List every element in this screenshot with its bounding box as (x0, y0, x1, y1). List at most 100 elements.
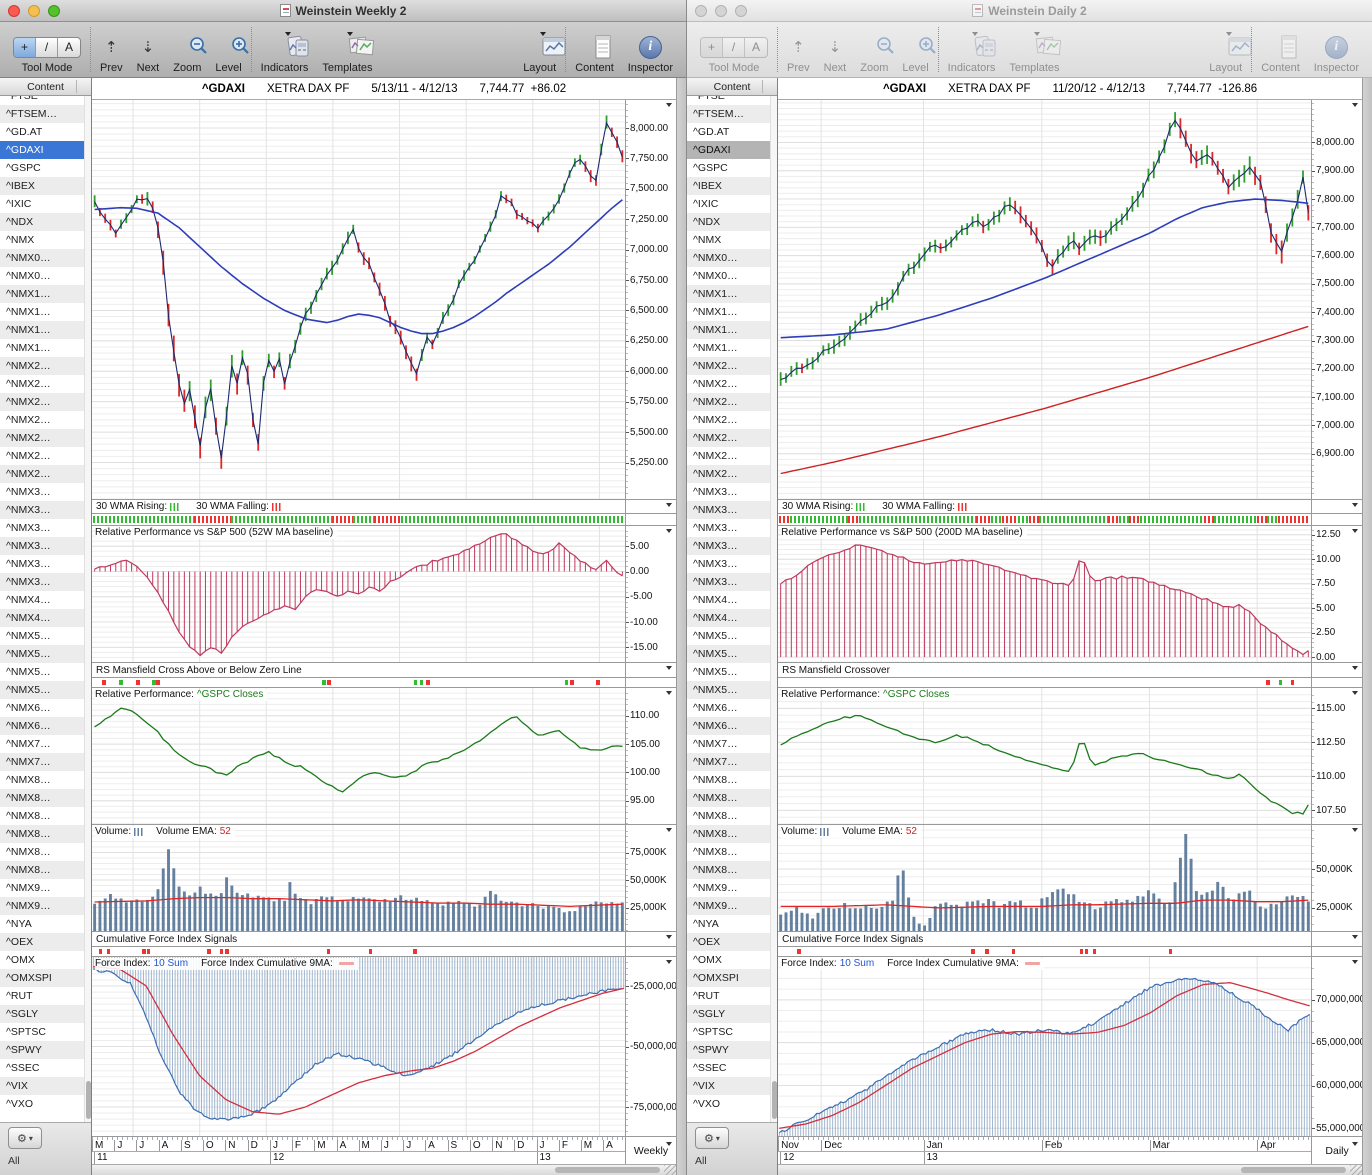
sidebar-item-nmx6[interactable]: ^NMX6… (0, 717, 84, 735)
sidebar-item-gdat[interactable]: ^GD.AT (687, 123, 770, 141)
sidebar-item-ixic[interactable]: ^IXIC (0, 195, 84, 213)
sidebar-item-sgly[interactable]: ^SGLY (687, 1005, 770, 1023)
sidebar-item-nmx4[interactable]: ^NMX4… (687, 591, 770, 609)
scrollbar-thumb[interactable] (555, 1167, 660, 1173)
sidebar-item-gspc[interactable]: ^GSPC (0, 159, 84, 177)
force-index-axis[interactable]: 70,000,00065,000,00060,000,00055,000,000 (1311, 957, 1362, 1136)
sidebar-item-nmx2[interactable]: ^NMX2… (687, 429, 770, 447)
titlebar[interactable]: Weinstein Daily 2 (687, 0, 1372, 22)
text-tool-button[interactable]: A (745, 38, 767, 57)
time-axis[interactable]: NovDecJanFebMarApr1213 (778, 1137, 1311, 1164)
gspc-relative-chart[interactable]: Relative Performance:^GSPC Closes (778, 688, 1311, 824)
sidebar-item-nmx2[interactable]: ^NMX2… (687, 465, 770, 483)
price-axis[interactable]: 8,000.007,750.007,500.007,250.007,000.00… (625, 100, 676, 499)
minimize-button[interactable] (28, 5, 40, 17)
sidebar-item-nmx2[interactable]: ^NMX2… (687, 357, 770, 375)
sidebar-item-ixic[interactable]: ^IXIC (687, 195, 770, 213)
price-axis[interactable]: 8,000.007,900.007,800.007,700.007,600.00… (1311, 100, 1362, 499)
horizontal-scrollbar[interactable] (92, 1164, 676, 1175)
zoom-out-button[interactable]: Zoom (853, 22, 895, 77)
crosshair-tool-button[interactable]: + (701, 38, 723, 57)
sidebar-item-nmx5[interactable]: ^NMX5… (0, 627, 84, 645)
indicators-button[interactable]: Indicators (254, 22, 316, 77)
zoom-button[interactable] (735, 5, 747, 17)
sidebar-item-nmx4[interactable]: ^NMX4… (687, 609, 770, 627)
sidebar-item-nmx3[interactable]: ^NMX3… (687, 573, 770, 591)
sidebar-item-nmx1[interactable]: ^NMX1… (687, 339, 770, 357)
trendline-tool-button[interactable]: / (723, 38, 745, 57)
gspc-relative-chart[interactable]: Relative Performance:^GSPC Closes (92, 688, 625, 824)
sidebar-item-nmx5[interactable]: ^NMX5… (0, 645, 84, 663)
sidebar-item-nmx3[interactable]: ^NMX3… (0, 573, 84, 591)
sidebar-item-nmx3[interactable]: ^NMX3… (687, 501, 770, 519)
sidebar-header[interactable]: Content (687, 78, 777, 96)
sidebar-item-nmx1[interactable]: ^NMX1… (0, 321, 84, 339)
sidebar-item-nmx6[interactable]: ^NMX6… (687, 717, 770, 735)
sidebar-item-ftse[interactable]: ^FTSE (687, 96, 770, 105)
sidebar-item-nmx3[interactable]: ^NMX3… (0, 501, 84, 519)
volume-chart[interactable]: Volume: Volume EMA:52 (92, 825, 625, 931)
sidebar-item-nmx6[interactable]: ^NMX6… (0, 699, 84, 717)
sidebar-scrollbar[interactable] (770, 96, 777, 1122)
sidebar-item-omx[interactable]: ^OMX (0, 951, 84, 969)
sidebar-item-nmx8[interactable]: ^NMX8… (0, 825, 84, 843)
sidebar-item-nmx4[interactable]: ^NMX4… (0, 609, 84, 627)
gspc-relative-axis[interactable]: 110.00105.00100.0095.00 (625, 688, 676, 824)
sidebar-item-nmx1[interactable]: ^NMX1… (687, 285, 770, 303)
crosshair-tool-button[interactable]: + (14, 38, 36, 57)
chevron-down-icon[interactable] (666, 828, 672, 832)
sidebar-item-nmx8[interactable]: ^NMX8… (687, 789, 770, 807)
sidebar-item-nmx2[interactable]: ^NMX2… (687, 393, 770, 411)
sidebar-item-nmx3[interactable]: ^NMX3… (687, 483, 770, 501)
sidebar-item-vxo[interactable]: ^VXO (0, 1095, 84, 1113)
period-dropdown[interactable]: Daily (1311, 1137, 1362, 1164)
close-button[interactable] (695, 5, 707, 17)
resize-grip[interactable] (1350, 1165, 1362, 1175)
sidebar-item-nmx7[interactable]: ^NMX7… (0, 735, 84, 753)
sidebar-item-nmx5[interactable]: ^NMX5… (687, 663, 770, 681)
sidebar-item-nmx2[interactable]: ^NMX2… (0, 393, 84, 411)
sidebar-item-vix[interactable]: ^VIX (0, 1077, 84, 1095)
sidebar-item-omxspi[interactable]: ^OMXSPI (0, 969, 84, 987)
sidebar-item-nmx8[interactable]: ^NMX8… (0, 789, 84, 807)
sidebar-item-nmx0[interactable]: ^NMX0… (0, 249, 84, 267)
chevron-down-icon[interactable] (1352, 691, 1358, 695)
sidebar-item-nmx3[interactable]: ^NMX3… (0, 519, 84, 537)
relative-performance-chart[interactable]: Relative Performance vs S&P 500 (52W MA … (92, 526, 625, 662)
minimize-button[interactable] (715, 5, 727, 17)
tool-mode-segmented[interactable]: + / A (13, 37, 81, 58)
sidebar-item-nya[interactable]: ^NYA (0, 915, 84, 933)
sidebar-item-rut[interactable]: ^RUT (687, 987, 770, 1005)
sidebar-item-sptsc[interactable]: ^SPTSC (687, 1023, 770, 1041)
sidebar-item-nmx8[interactable]: ^NMX8… (687, 843, 770, 861)
sidebar-item-ibex[interactable]: ^IBEX (0, 177, 84, 195)
sidebar-item-ibex[interactable]: ^IBEX (687, 177, 770, 195)
price-chart[interactable] (778, 100, 1311, 499)
sidebar-item-nmx2[interactable]: ^NMX2… (0, 447, 84, 465)
sidebar-item-oex[interactable]: ^OEX (0, 933, 84, 951)
sidebar-item-nmx1[interactable]: ^NMX1… (687, 321, 770, 339)
sidebar-item-nmx2[interactable]: ^NMX2… (0, 411, 84, 429)
time-axis[interactable]: MJJASONDJFMAMJJASONDJFMA111213 (92, 1137, 625, 1164)
sidebar-item-nmx8[interactable]: ^NMX8… (0, 807, 84, 825)
panel-collapse-control[interactable] (1311, 500, 1362, 513)
sidebar-item-sptsc[interactable]: ^SPTSC (0, 1023, 84, 1041)
chevron-down-icon[interactable] (1352, 103, 1358, 107)
force-index-chart[interactable]: Force Index:10 Sum Force Index Cumulativ… (778, 957, 1311, 1136)
sidebar-item-nmx8[interactable]: ^NMX8… (0, 861, 84, 879)
sidebar-item-nmx1[interactable]: ^NMX1… (687, 303, 770, 321)
chevron-down-icon[interactable] (666, 960, 672, 964)
sidebar-item-ftsem[interactable]: ^FTSEM… (0, 105, 84, 123)
sidebar-item-nmx5[interactable]: ^NMX5… (687, 627, 770, 645)
sidebar-item-nmx0[interactable]: ^NMX0… (687, 267, 770, 285)
sidebar-item-nmx4[interactable]: ^NMX4… (0, 591, 84, 609)
scrollbar-thumb[interactable] (1241, 1167, 1346, 1173)
chevron-down-icon[interactable] (666, 103, 672, 107)
layout-button[interactable]: Layout (516, 22, 563, 77)
zoom-button[interactable] (48, 5, 60, 17)
gear-button[interactable]: ⚙▾ (695, 1127, 729, 1149)
content-button[interactable]: Content (568, 22, 621, 77)
sidebar-item-nmx3[interactable]: ^NMX3… (0, 483, 84, 501)
sidebar-item-nmx8[interactable]: ^NMX8… (0, 843, 84, 861)
next-button[interactable]: ⇣ Next (130, 22, 167, 77)
